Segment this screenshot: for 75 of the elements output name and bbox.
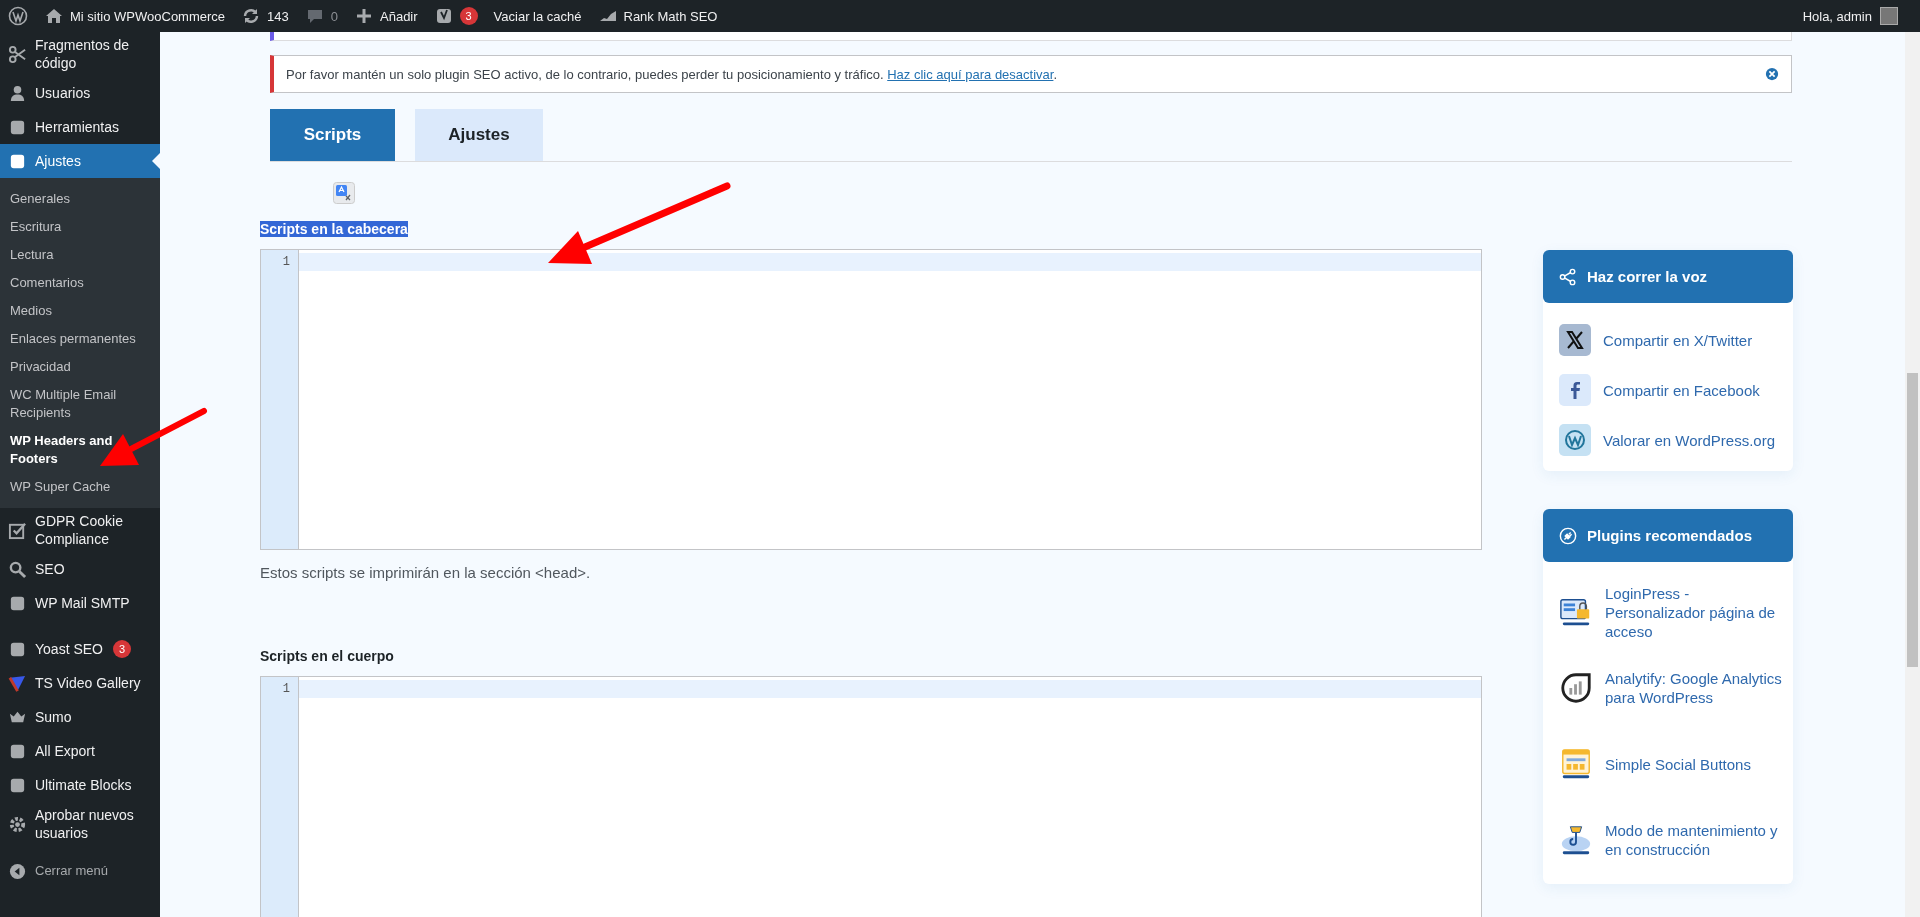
widget-link[interactable]: Analytify: Google Analytics para WordPress bbox=[1605, 669, 1785, 707]
widget-link[interactable]: LoginPress - Personalizador página de acceso bbox=[1605, 583, 1785, 641]
social-buttons-icon[interactable] bbox=[1559, 747, 1593, 781]
search-icon bbox=[8, 559, 27, 579]
site-name-link[interactable]: Mi sitio WPWooCommerce bbox=[70, 8, 226, 24]
home-icon bbox=[44, 6, 64, 26]
menu-item[interactable]: Ultimate Blocks bbox=[0, 768, 160, 802]
section-label: Scripts en la cabecera bbox=[260, 221, 408, 237]
notification-badge: 3 bbox=[459, 7, 478, 25]
scrollbar[interactable] bbox=[1905, 32, 1920, 917]
checkbox-icon bbox=[8, 520, 27, 540]
code-editor[interactable]: 1 bbox=[260, 249, 1482, 550]
widget-title: Plugins recomendados bbox=[1587, 527, 1753, 544]
submenu-item[interactable]: WP Headers and Footers bbox=[0, 427, 160, 473]
menu-item[interactable]: Herramientas bbox=[0, 110, 160, 144]
wordpress-icon[interactable] bbox=[1559, 424, 1591, 456]
plug-icon bbox=[1559, 526, 1577, 545]
line-number: 1 bbox=[281, 254, 291, 271]
close-icon[interactable] bbox=[1765, 67, 1779, 81]
widget-link[interactable]: Compartir en X/Twitter bbox=[1603, 330, 1753, 350]
plus-icon bbox=[354, 6, 374, 26]
menu-item[interactable]: Aprobar nuevos usuarios bbox=[0, 802, 160, 846]
widget-title: Haz correr la voz bbox=[1587, 268, 1708, 285]
updates-count[interactable]: 143 bbox=[267, 8, 289, 24]
ts-logo-icon bbox=[8, 673, 27, 693]
submenu-item[interactable]: Enlaces permanentes bbox=[0, 325, 160, 353]
comments-count[interactable]: 0 bbox=[330, 8, 338, 24]
help-text: Estos scripts se imprimirán en la sección <head>. bbox=[260, 564, 592, 581]
maintenance-icon[interactable] bbox=[1559, 823, 1593, 857]
wordpress-logo-icon[interactable] bbox=[8, 6, 28, 26]
translate-icon[interactable] bbox=[333, 182, 355, 204]
share-icon bbox=[1559, 267, 1577, 286]
menu-item[interactable]: TS Video Gallery bbox=[0, 666, 160, 700]
menu-item[interactable]: All Export bbox=[0, 734, 160, 768]
menu-item[interactable]: SEO bbox=[0, 552, 160, 586]
submenu-item[interactable]: Escritura bbox=[0, 213, 160, 241]
widget-link[interactable]: Simple Social Buttons bbox=[1605, 754, 1751, 774]
submenu-item[interactable]: Comentarios bbox=[0, 269, 160, 297]
notification-badge: 3 bbox=[113, 640, 131, 658]
submenu-item[interactable]: Lectura bbox=[0, 241, 160, 269]
greeting-link[interactable]: Hola, admin bbox=[1802, 8, 1872, 24]
tab[interactable]: Ajustes bbox=[415, 109, 543, 161]
menu-item[interactable]: GDPR Cookie Compliance bbox=[0, 508, 160, 552]
analytics-icon[interactable] bbox=[1559, 671, 1593, 705]
menu-item[interactable]: Sumo bbox=[0, 700, 160, 734]
widget-link[interactable]: Valorar en WordPress.org bbox=[1603, 430, 1776, 450]
settings-icon bbox=[8, 814, 27, 834]
facebook-icon[interactable] bbox=[1559, 374, 1591, 406]
collapse-icon bbox=[8, 861, 27, 881]
submenu-item[interactable]: Privacidad bbox=[0, 353, 160, 381]
submenu-item[interactable]: Generales bbox=[0, 185, 160, 213]
widget-link[interactable]: Modo de mantenimiento y en construcción bbox=[1605, 821, 1785, 859]
submenu-item[interactable]: Medios bbox=[0, 297, 160, 325]
tab[interactable]: Scripts bbox=[270, 109, 395, 161]
menu-item[interactable]: Yoast SEO 3 bbox=[0, 632, 160, 666]
rank-math-link[interactable]: Rank Math SEO bbox=[623, 8, 718, 24]
submenu-item[interactable]: WC Multiple Email Recipients bbox=[0, 381, 160, 427]
new-link[interactable]: Añadir bbox=[380, 8, 418, 24]
scissors-icon bbox=[8, 44, 27, 64]
menu-item[interactable]: Fragmentos de código bbox=[0, 32, 160, 76]
avatar-placeholder bbox=[1880, 7, 1898, 25]
line-number: 1 bbox=[281, 681, 291, 698]
menu-item[interactable]: Ajustes bbox=[0, 144, 160, 178]
menu-item[interactable]: WP Mail SMTP bbox=[0, 586, 160, 620]
user-icon bbox=[8, 83, 27, 103]
deactivate-link[interactable]: Haz clic aquí para desactivar bbox=[887, 66, 1054, 82]
notice-text: Por favor mantén un solo plugin SEO activo, de lo contrario, puedes perder tu posicionamiento y tráfico. Haz clic aquí para desactivar. bbox=[286, 66, 1058, 82]
code-editor[interactable]: 1 bbox=[260, 676, 1482, 917]
clear-cache-link[interactable]: Vaciar la caché bbox=[493, 8, 582, 24]
section-label: Scripts en el cuerpo bbox=[260, 648, 394, 664]
widget-link[interactable]: Compartir en Facebook bbox=[1603, 380, 1760, 400]
submenu-item[interactable]: WP Super Cache bbox=[0, 473, 160, 501]
menu-item[interactable]: Usuarios bbox=[0, 76, 160, 110]
collapse-menu-button[interactable]: Cerrar menú bbox=[0, 854, 160, 888]
x-logo-icon[interactable] bbox=[1559, 324, 1591, 356]
